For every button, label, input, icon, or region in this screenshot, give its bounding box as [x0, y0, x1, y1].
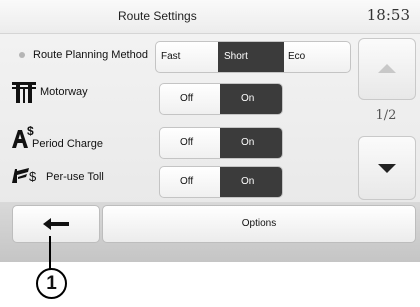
arrow-left-icon — [43, 218, 69, 230]
page-indicator: 1/2 — [375, 108, 397, 123]
option-on[interactable]: On — [220, 84, 282, 114]
route-method-selector[interactable]: Fast Short Eco — [155, 41, 351, 73]
back-button[interactable] — [12, 205, 100, 243]
scroll-down-button[interactable] — [358, 136, 416, 200]
setting-label: Period Charge — [32, 138, 103, 150]
scroll-up-button[interactable] — [358, 38, 416, 100]
callout-line — [49, 236, 51, 270]
motorway-icon — [11, 80, 37, 109]
option-short[interactable]: Short — [218, 42, 284, 72]
setting-row-period-charge: $ Period Charge Off On — [0, 122, 356, 160]
per-use-toll-toggle[interactable]: Off On — [159, 166, 283, 198]
callout-number: 1 — [36, 268, 67, 299]
option-off[interactable]: Off — [160, 84, 220, 114]
header-bar: Route Settings 18:53 — [0, 0, 420, 34]
setting-row-per-use-toll: $ Per-use Toll Off On — [0, 161, 356, 199]
option-off[interactable]: Off — [160, 128, 220, 158]
bullet-icon — [19, 52, 25, 58]
toll-icon: $ — [11, 165, 41, 192]
page-title: Route Settings — [118, 9, 197, 23]
options-button[interactable]: Options — [102, 205, 416, 243]
setting-label: Per-use Toll — [46, 171, 104, 183]
setting-row-route-method: Route Planning Method Fast Short Eco — [0, 38, 356, 76]
option-eco[interactable]: Eco — [284, 42, 350, 72]
option-on[interactable]: On — [220, 167, 282, 197]
option-fast[interactable]: Fast — [156, 42, 218, 72]
option-on[interactable]: On — [220, 128, 282, 158]
motorway-toggle[interactable]: Off On — [159, 83, 283, 115]
chevron-up-icon — [378, 64, 396, 73]
chevron-down-icon — [378, 164, 396, 173]
setting-label: Route Planning Method — [33, 49, 148, 61]
period-charge-toggle[interactable]: Off On — [159, 127, 283, 159]
clock: 18:53 — [366, 6, 410, 24]
svg-text:$: $ — [29, 169, 37, 184]
svg-text:$: $ — [27, 124, 34, 138]
option-off[interactable]: Off — [160, 167, 220, 197]
setting-row-motorway: Motorway Off On — [0, 78, 356, 116]
setting-label: Motorway — [40, 86, 88, 98]
